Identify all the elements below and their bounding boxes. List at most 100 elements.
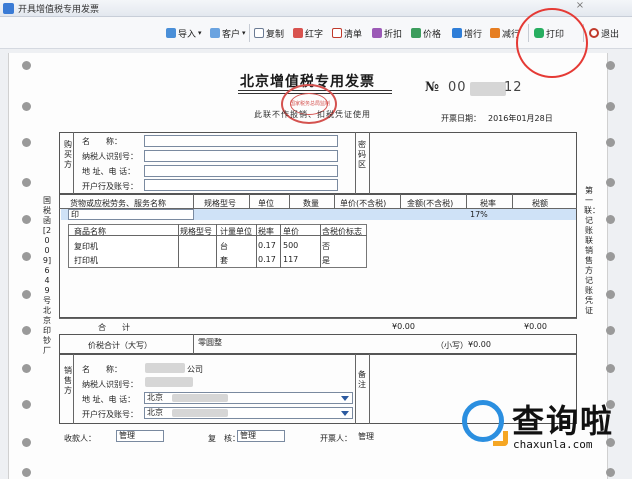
seller-bank-label: 开户行及账号：	[82, 410, 138, 419]
seal-text: 国家税务总局监制	[289, 101, 330, 107]
redacted-seller-taxid	[145, 377, 193, 387]
divider	[73, 354, 74, 424]
popup-header: 规格型号	[180, 227, 212, 236]
col-unit: 单位	[258, 199, 274, 208]
printer-icon	[534, 28, 544, 38]
print-button[interactable]: 打印	[534, 26, 564, 40]
popup-cell: 117	[283, 255, 299, 264]
add-row-label: 增行	[464, 29, 483, 40]
feed-hole	[606, 215, 615, 224]
total-small-label: （小写）	[436, 341, 468, 350]
total-words-value: 零圆整	[198, 338, 222, 347]
buyer-name-field[interactable]	[144, 135, 338, 147]
total-words-label: 价税合计（大写）	[88, 341, 152, 350]
print-label: 打印	[546, 29, 565, 40]
import-icon	[166, 28, 176, 38]
cipher-label: 密码区	[358, 140, 366, 169]
total-amount: ¥0.00	[392, 322, 415, 331]
exit-button[interactable]: 退出	[589, 26, 619, 40]
customer-button[interactable]: 客户 ▾	[210, 26, 246, 40]
popup-cell: 台	[220, 242, 228, 251]
copy-button[interactable]: 复制	[254, 26, 284, 40]
buyer-side-label: 购买方	[64, 140, 72, 169]
feed-hole	[22, 438, 31, 447]
toolbar-separator	[528, 24, 529, 42]
feed-hole	[22, 326, 31, 335]
invoice-subtitle: 此联不作报销、扣税凭证使用	[254, 110, 371, 119]
copy-icon	[254, 28, 264, 38]
red-invoice-button[interactable]: 红字	[293, 26, 323, 40]
popup-cell: 0.17	[258, 255, 276, 264]
feed-hole	[606, 252, 615, 261]
import-button[interactable]: 导入 ▾	[166, 26, 202, 40]
list-label: 清单	[344, 29, 363, 40]
popup-cell: 0.17	[258, 241, 276, 250]
title-bar: 开具增值税专用发票 ×	[0, 0, 632, 17]
del-row-label: 减行	[502, 29, 521, 40]
list-button[interactable]: 清单	[332, 26, 362, 40]
payee-field[interactable]: 管理	[116, 430, 164, 442]
chevron-down-icon[interactable]	[341, 396, 349, 401]
date-value: 2016年01月28日	[488, 114, 553, 123]
buyer-bank-field[interactable]	[144, 179, 338, 191]
col-goods: 货物或应税劳务、服务名称	[70, 199, 166, 208]
redacted-number	[470, 82, 506, 96]
invoice-no-mark: №	[425, 80, 440, 95]
popup-cell: 是	[322, 256, 330, 265]
delete-row-button[interactable]: 减行	[490, 26, 520, 40]
feed-hole	[22, 102, 31, 111]
buyer-taxid-field[interactable]	[144, 150, 338, 162]
price-button[interactable]: 价格	[411, 26, 441, 40]
divider	[193, 194, 194, 209]
redacted-seller-addr	[172, 394, 228, 402]
divider	[466, 194, 467, 209]
chevron-down-icon[interactable]: ▾	[242, 29, 246, 37]
remark-label: 备注	[358, 370, 366, 389]
price-icon	[411, 28, 421, 38]
total-small-value: ¥0.00	[468, 340, 491, 349]
feed-hole	[606, 178, 615, 187]
copy-label: 复制	[266, 29, 285, 40]
divider	[334, 194, 335, 209]
divider	[512, 194, 513, 209]
total-tax: ¥0.00	[524, 322, 547, 331]
feed-hole	[22, 400, 31, 409]
drawer-value: 管理	[358, 432, 374, 441]
buyer-addr-label: 地 址、电 话：	[82, 167, 136, 176]
divider	[369, 132, 370, 194]
discount-icon	[372, 28, 382, 38]
seller-taxid-label: 纳税人识别号：	[82, 380, 138, 389]
seller-side-label: 销售方	[64, 366, 72, 395]
divider	[369, 354, 370, 424]
watermark-brand: 查询啦	[512, 402, 615, 440]
buyer-bank-label: 开户行及账号：	[82, 182, 138, 191]
seller-bank-value: 北京	[147, 408, 163, 417]
buyer-taxid-label: 纳税人识别号：	[82, 152, 138, 161]
window-title: 开具增值税专用发票	[18, 5, 100, 15]
chevron-down-icon[interactable]: ▾	[198, 29, 202, 37]
close-icon[interactable]: ×	[574, 0, 586, 12]
feed-hole	[606, 61, 615, 70]
popup-header: 计量单位	[220, 227, 252, 236]
reviewer-field[interactable]: 管理	[237, 430, 285, 442]
feed-hole	[22, 61, 31, 70]
app-icon	[3, 3, 14, 14]
toolbar: 导入 ▾ 客户 ▾ 复制 红字 清单 折扣 价格 增行 减行 打印 退出	[0, 17, 632, 49]
add-row-button[interactable]: 增行	[452, 26, 482, 40]
red-invoice-icon	[293, 28, 303, 38]
buyer-addr-field[interactable]	[144, 165, 338, 177]
feed-hole	[22, 364, 31, 373]
col-qty: 数量	[303, 199, 319, 208]
divider	[289, 194, 290, 209]
seller-name-label: 名 称：	[82, 365, 122, 374]
goods-name-input[interactable]: 印	[68, 209, 194, 220]
payee-label: 收款人：	[64, 434, 96, 443]
feed-hole	[606, 138, 615, 147]
chevron-down-icon[interactable]	[341, 411, 349, 416]
exit-label: 退出	[601, 29, 620, 40]
popup-cell: 500	[283, 241, 299, 250]
feed-hole	[606, 364, 615, 373]
discount-button[interactable]: 折扣	[372, 26, 402, 40]
feed-hole	[22, 178, 31, 187]
redacted-seller-bank	[172, 409, 228, 417]
